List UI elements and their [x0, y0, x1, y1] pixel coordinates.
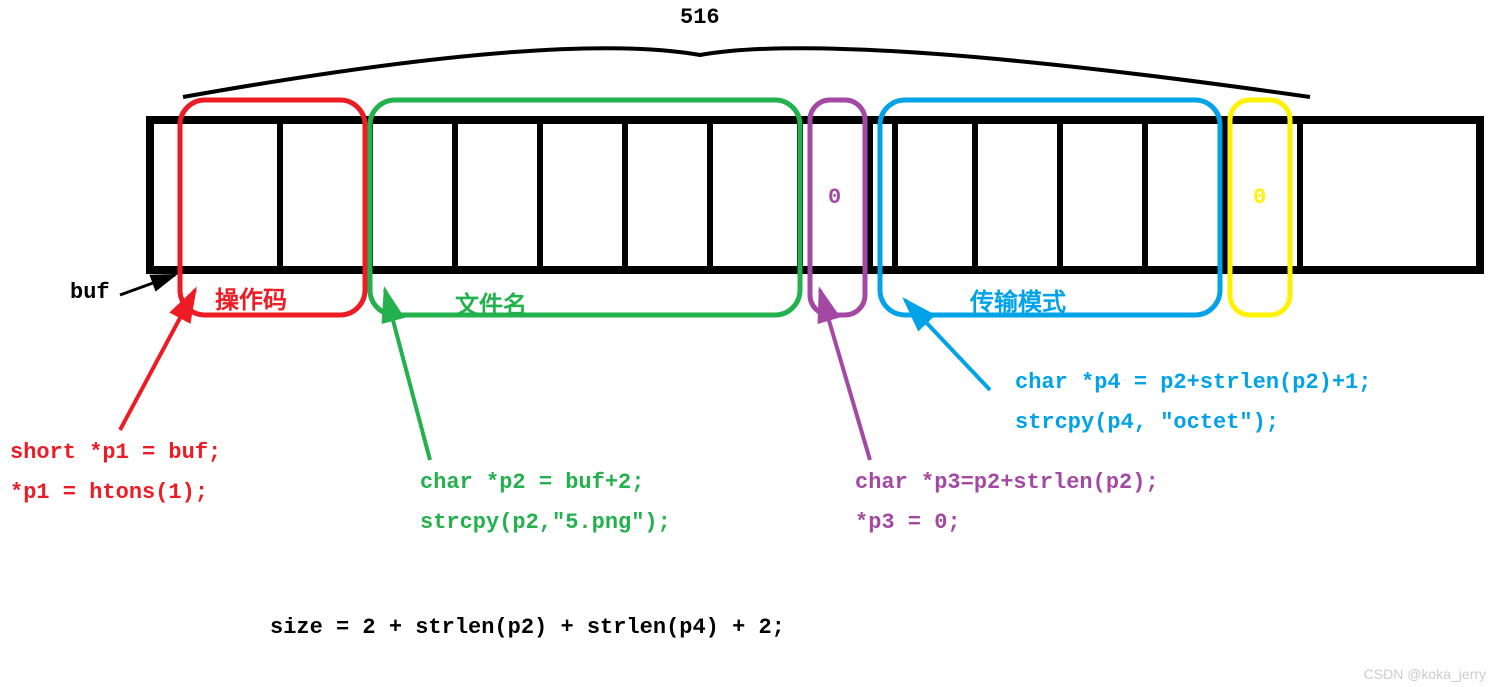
zero1-value: 0	[828, 185, 841, 210]
zero1-code-1: char *p3=p2+strlen(p2);	[855, 470, 1159, 495]
opcode-code-2: *p1 = htons(1);	[10, 480, 208, 505]
zero2-value: 0	[1253, 185, 1266, 210]
buf-arrow	[120, 275, 175, 295]
buffer-box	[150, 120, 1480, 270]
buf-label: buf	[70, 280, 110, 305]
mode-code-1: char *p4 = p2+strlen(p2)+1;	[1015, 370, 1371, 395]
brace-top	[183, 48, 1310, 97]
opcode-code-1: short *p1 = buf;	[10, 440, 221, 465]
opcode-arrow	[120, 290, 195, 430]
filename-highlight	[370, 100, 800, 315]
zero1-code-2: *p3 = 0;	[855, 510, 961, 535]
top-width-label: 516	[680, 5, 720, 30]
diagram-canvas	[0, 0, 1496, 687]
opcode-section-label: 操作码	[215, 280, 287, 315]
mode-section-label: 传输模式	[970, 282, 1066, 317]
mode-code-2: strcpy(p4, "octet");	[1015, 410, 1279, 435]
filename-section-label: 文件名	[455, 285, 527, 320]
filename-code-1: char *p2 = buf+2;	[420, 470, 644, 495]
filename-code-2: strcpy(p2,"5.png");	[420, 510, 671, 535]
size-formula: size = 2 + strlen(p2) + strlen(p4) + 2;	[270, 615, 785, 640]
watermark: CSDN @koka_jerry	[1364, 666, 1486, 682]
